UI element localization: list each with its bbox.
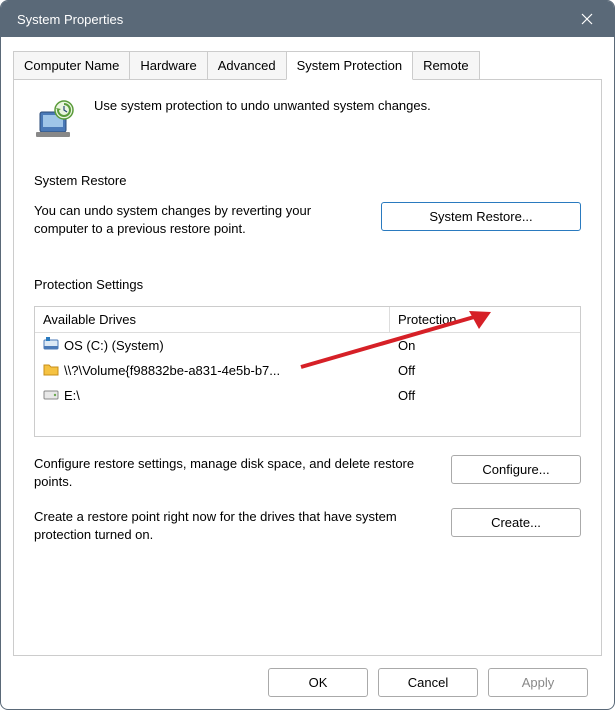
- configure-text: Configure restore settings, manage disk …: [34, 455, 431, 490]
- system-restore-group-header: System Restore: [34, 173, 581, 188]
- content-area: Computer Name Hardware Advanced System P…: [1, 37, 614, 709]
- drive-protection: Off: [390, 360, 580, 381]
- intro-row: Use system protection to undo unwanted s…: [34, 98, 581, 145]
- system-restore-label: System Restore: [34, 173, 134, 188]
- drives-header: Available Drives Protection: [35, 307, 580, 333]
- system-restore-text: You can undo system changes by reverting…: [34, 202, 361, 237]
- system-properties-window: System Properties Computer Name Hardware…: [0, 0, 615, 710]
- cancel-button[interactable]: Cancel: [378, 668, 478, 697]
- system-restore-row: You can undo system changes by reverting…: [34, 202, 581, 237]
- drive-icon: [43, 386, 59, 405]
- create-row: Create a restore point right now for the…: [34, 508, 581, 543]
- system-restore-button[interactable]: System Restore...: [381, 202, 581, 231]
- tab-hardware[interactable]: Hardware: [129, 51, 207, 79]
- tab-advanced[interactable]: Advanced: [207, 51, 287, 79]
- protection-settings-group-header: Protection Settings: [34, 277, 581, 292]
- window-title: System Properties: [17, 12, 564, 27]
- tab-computer-name[interactable]: Computer Name: [13, 51, 130, 79]
- drive-row[interactable]: \\?\Volume{f98832be-a831-4e5b-b7... Off: [35, 358, 580, 383]
- configure-button[interactable]: Configure...: [451, 455, 581, 484]
- configure-row: Configure restore settings, manage disk …: [34, 455, 581, 490]
- tab-system-protection[interactable]: System Protection: [286, 51, 414, 80]
- intro-text: Use system protection to undo unwanted s…: [94, 98, 431, 113]
- tab-strip: Computer Name Hardware Advanced System P…: [13, 51, 602, 80]
- drive-name: OS (C:) (System): [64, 338, 164, 353]
- close-button[interactable]: [564, 1, 610, 37]
- restore-icon: [34, 98, 78, 145]
- folder-icon: [43, 361, 59, 380]
- drive-protection: On: [390, 335, 580, 356]
- dialog-footer: OK Cancel Apply: [13, 656, 602, 709]
- os-drive-icon: [43, 336, 59, 355]
- drives-list: Available Drives Protection OS (C:) (Sys…: [34, 306, 581, 437]
- tab-panel: Use system protection to undo unwanted s…: [13, 80, 602, 656]
- drive-row[interactable]: OS (C:) (System) On: [35, 333, 580, 358]
- ok-button[interactable]: OK: [268, 668, 368, 697]
- drive-row[interactable]: E:\ Off: [35, 383, 580, 408]
- drive-protection: Off: [390, 385, 580, 406]
- create-text: Create a restore point right now for the…: [34, 508, 431, 543]
- drives-empty-space: [35, 408, 580, 436]
- column-protection[interactable]: Protection: [390, 307, 580, 332]
- create-button[interactable]: Create...: [451, 508, 581, 537]
- protection-settings-label: Protection Settings: [34, 277, 151, 292]
- titlebar: System Properties: [1, 1, 614, 37]
- tab-remote[interactable]: Remote: [412, 51, 480, 79]
- drive-name: E:\: [64, 388, 80, 403]
- close-icon: [581, 13, 593, 25]
- apply-button[interactable]: Apply: [488, 668, 588, 697]
- column-available-drives[interactable]: Available Drives: [35, 307, 390, 332]
- drive-name: \\?\Volume{f98832be-a831-4e5b-b7...: [64, 363, 280, 378]
